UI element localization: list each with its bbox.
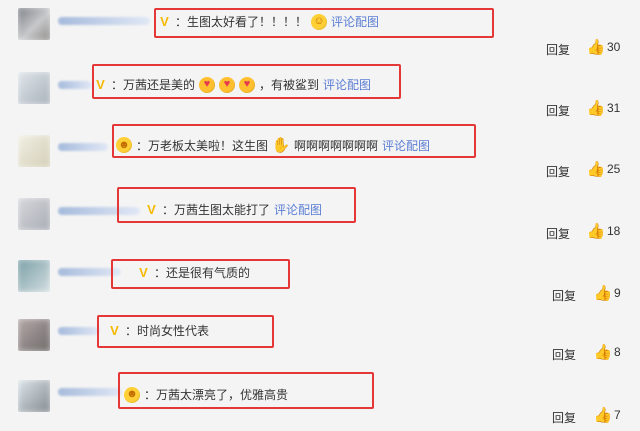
- comment-text: ：还是很有气质的: [154, 266, 251, 280]
- comment-image-link[interactable]: 评论配图: [382, 137, 430, 154]
- comment-text: ：万老板太美啦！这生图: [136, 138, 269, 153]
- reply-button[interactable]: 回复: [546, 41, 570, 58]
- thumb-up-icon: 👍: [593, 406, 613, 424]
- blurred-username[interactable]: [58, 143, 108, 151]
- thumb-up-icon: 👍: [586, 38, 606, 56]
- like-count: 18: [607, 224, 621, 238]
- smile-icon: ☺: [311, 13, 328, 30]
- avatar[interactable]: [18, 319, 50, 351]
- vip-icon: V: [147, 202, 156, 217]
- avatar[interactable]: [18, 380, 50, 412]
- comment-image-link[interactable]: 评论配图: [331, 13, 379, 30]
- like-button[interactable]: 👍 30: [586, 38, 621, 56]
- heart-eyes-icon: ♥: [199, 76, 216, 93]
- comment-text: ：万茜生图太能打了: [162, 203, 271, 217]
- avatar[interactable]: [18, 72, 50, 104]
- reply-button[interactable]: 回复: [552, 346, 576, 363]
- comment-content: ☻ ：万茜太漂亮了，优雅高贵: [124, 386, 288, 403]
- reply-button[interactable]: 回复: [552, 287, 576, 304]
- like-button[interactable]: 👍 9: [593, 284, 621, 302]
- avatar[interactable]: [18, 8, 50, 40]
- comment-text: ：生图太好看了！！！！: [175, 15, 308, 29]
- comment-text: ：时尚女性代表: [125, 324, 210, 338]
- comment-content: V ：还是很有气质的: [137, 264, 250, 281]
- comment-content: V ：时尚女性代表: [108, 322, 209, 339]
- like-button[interactable]: 👍 31: [586, 99, 621, 117]
- blurred-username[interactable]: [58, 81, 92, 89]
- reply-button[interactable]: 回复: [552, 409, 576, 426]
- reply-button[interactable]: 回复: [546, 102, 570, 119]
- like-button[interactable]: 👍 25: [586, 160, 621, 178]
- thumb-up-icon: 👍: [586, 222, 606, 240]
- thumb-up-icon: 👍: [593, 343, 613, 361]
- reply-button[interactable]: 回复: [546, 163, 570, 180]
- like-count: 7: [614, 408, 621, 422]
- like-button[interactable]: 👍 7: [593, 406, 621, 424]
- comment-text: ：万茜还是美的: [111, 78, 196, 92]
- like-count: 25: [607, 162, 621, 176]
- comment-image-link[interactable]: 评论配图: [323, 76, 371, 93]
- vip-icon: V: [139, 265, 148, 280]
- thumb-up-icon: 👍: [586, 160, 606, 178]
- heart-eyes-icon: ♥: [219, 76, 236, 93]
- like-button[interactable]: 👍 18: [586, 222, 621, 240]
- like-button[interactable]: 👍 8: [593, 343, 621, 361]
- comment-content: V ：生图太好看了！！！！ ☺ 评论配图: [158, 13, 379, 30]
- comment-image-link[interactable]: 评论配图: [274, 201, 322, 218]
- like-count: 9: [614, 286, 621, 300]
- comment-content: V ：万茜还是美的 ♥ ♥ ♥ ，有被鲨到 评论配图: [94, 76, 371, 93]
- vip-icon: V: [96, 77, 105, 92]
- hand-icon: ✋: [271, 136, 291, 154]
- like-count: 31: [607, 101, 621, 115]
- like-count: 30: [607, 40, 621, 54]
- like-count: 8: [614, 345, 621, 359]
- blurred-username[interactable]: [58, 327, 100, 335]
- face-icon: ☻: [124, 386, 140, 403]
- comment-text: ：万茜太漂亮了，优雅高贵: [144, 388, 289, 402]
- comment-content: ☻ ：万老板太美啦！这生图 ✋ 啊啊啊啊啊啊啊 评论配图: [116, 136, 430, 154]
- comment-text-continuation: 啊啊啊啊啊啊啊: [294, 138, 379, 153]
- thumb-up-icon: 👍: [593, 284, 613, 302]
- blurred-username[interactable]: [58, 17, 150, 25]
- avatar[interactable]: [18, 135, 50, 167]
- face-icon: ☻: [116, 137, 132, 153]
- comment-text-continuation: ，有被鲨到: [259, 78, 320, 92]
- reply-button[interactable]: 回复: [546, 225, 570, 242]
- blurred-username[interactable]: [58, 388, 122, 396]
- comment-content: V ：万茜生图太能打了 评论配图: [145, 201, 322, 218]
- avatar[interactable]: [18, 198, 50, 230]
- thumb-up-icon: 👍: [586, 99, 606, 117]
- avatar[interactable]: [18, 260, 50, 292]
- heart-eyes-icon: ♥: [239, 76, 256, 93]
- vip-icon: V: [110, 323, 119, 338]
- comment-list: V ：生图太好看了！！！！ ☺ 评论配图 回复 👍 30 V ：万茜还是美的 ♥ …: [0, 0, 640, 431]
- vip-icon: V: [160, 14, 169, 29]
